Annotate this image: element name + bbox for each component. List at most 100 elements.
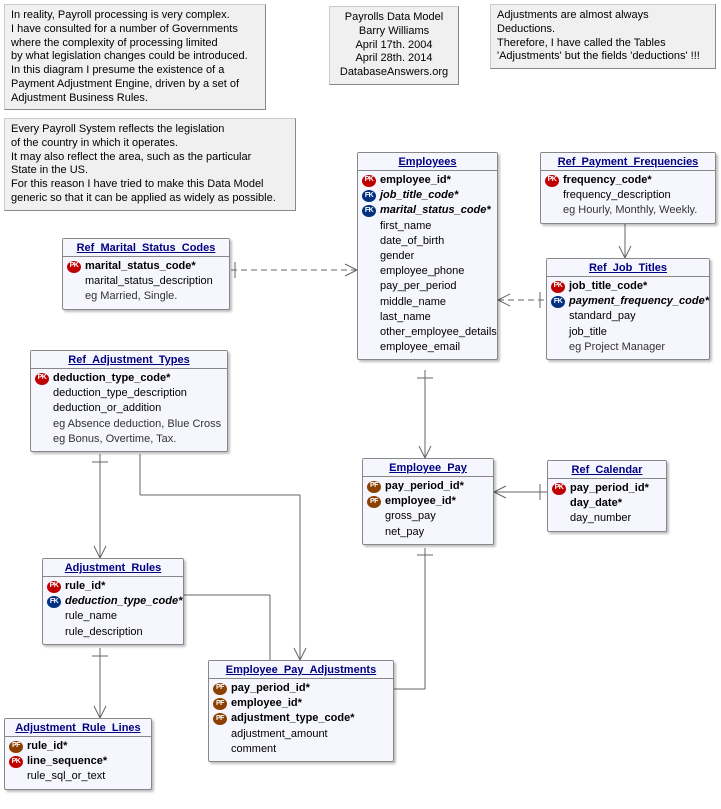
pk-key-icon: PK [47,581,61,593]
attribute-name: last_name [380,311,431,324]
attribute-name: marital_status_code* [380,204,491,217]
note-line: Therefore, I have called the Tables [497,37,709,51]
pk-key-icon: PK [9,756,23,768]
attribute-row: PK rule_id* [47,579,179,594]
entity-employees[interactable]: Employees PK employee_id*FKjob_title_code… [357,152,498,360]
entity-attrs: PKjob_title_code*FKpayment_frequency_cod… [547,277,709,359]
entity-ref-calendar[interactable]: Ref_Calendar PKpay_period_id*day_date*da… [547,460,667,532]
pk-key-icon: PK [552,483,566,495]
note-line: Barry Williams [336,25,452,39]
entity-attrs: PKmarital_status_code*marital_status_des… [63,257,229,309]
note-line: April 17th. 2004 [336,39,452,53]
no-key-icon [362,326,376,338]
attribute-name: frequency_code* [563,174,652,187]
attribute-row: PK employee_id* [362,173,493,188]
entity-title: Employees [358,153,497,171]
no-key-icon [362,296,376,308]
note-adjustments: Adjustments are almost always Deductions… [490,4,716,69]
entity-ref-adjustment-types[interactable]: Ref_Adjustment_Types PKdeduction_type_co… [30,350,228,452]
attribute-name: employee_id* [380,174,451,187]
pf-key-icon: PF [367,496,381,508]
entity-employee-pay[interactable]: Employee_Pay PFpay_period_id*PFemployee_… [362,458,494,545]
attribute-row: adjustment_amount [213,727,389,742]
attribute-name: standard_pay [569,310,636,323]
no-key-icon [545,190,559,202]
pk-key-icon: PK [362,175,376,187]
note-header: Payrolls Data Model Barry Williams April… [329,6,459,85]
no-key-icon [551,311,565,323]
attribute-name: adjustment_type_code* [231,712,354,725]
attribute-name: day_number [570,512,631,525]
entity-ref-payment-frequencies[interactable]: Ref_Payment_Frequencies PKfrequency_code… [540,152,716,224]
attribute-name: marital_status_code* [85,260,196,273]
attribute-row: comment [213,742,389,757]
attribute-name: pay_per_period [380,280,456,293]
entity-attrs: PFpay_period_id*PFemployee_id*PFadjustme… [209,679,393,761]
attribute-row: eg Married, Single. [67,289,225,304]
entity-employee-pay-adjustments[interactable]: Employee_Pay_Adjustments PFpay_period_id… [208,660,394,762]
no-key-icon [367,526,381,538]
attribute-name: gross_pay [385,510,436,523]
fk-key-icon: FK [362,190,376,202]
no-key-icon [9,771,23,783]
attribute-row: PKmarital_status_code* [67,259,225,274]
attribute-name: employee_email [380,341,460,354]
pk-key-icon: PK [545,175,559,187]
no-key-icon [213,728,227,740]
entity-title: Adjustment_Rules [43,559,183,577]
attribute-name: eg Hourly, Monthly, Weekly. [563,204,697,217]
attribute-name: rule_id* [65,580,105,593]
fk-key-icon: FK [362,205,376,217]
attribute-name: deduction_type_code* [53,372,170,385]
entity-ref-marital-status-codes[interactable]: Ref_Marital_Status_Codes PKmarital_statu… [62,238,230,310]
attribute-row: rule_name [47,609,179,624]
no-key-icon [67,276,81,288]
entity-attrs: PKdeduction_type_code*deduction_type_des… [31,369,227,451]
attribute-name: employee_id* [231,697,302,710]
entity-title: Ref_Job_Titles [547,259,709,277]
attribute-name: comment [231,743,276,756]
attribute-row: date_of_birth [362,234,493,249]
entity-attrs: PK pay_period_id* day_date* day_number [548,479,666,531]
attribute-name: employee_id* [385,495,456,508]
note-reality: In reality, Payroll processing is very c… [4,4,266,110]
no-key-icon [35,433,49,445]
pf-key-icon: PF [367,481,381,493]
entity-title: Employee_Pay_Adjustments [209,661,393,679]
attribute-name: day_date* [570,497,622,510]
no-key-icon [362,342,376,354]
attribute-name: eg Project Manager [569,341,665,354]
no-key-icon [35,403,49,415]
attribute-row: eg Project Manager [551,340,705,355]
attribute-name: pay_period_id* [231,682,310,695]
entity-adjustment-rules[interactable]: Adjustment_Rules PKrule_id*FKdeduction_t… [42,558,184,645]
attribute-row: FKpayment_frequency_code* [551,294,705,309]
attribute-name: frequency_description [563,189,671,202]
attribute-row: deduction_or_addition [35,401,223,416]
attribute-name: rule_description [65,626,143,639]
pk-key-icon: PK [35,373,49,385]
attribute-row: PFrule_id* [9,739,147,754]
attribute-name: pay_period_id* [570,482,649,495]
note-line: DatabaseAnswers.org [336,66,452,80]
attribute-name: pay_period_id* [385,480,464,493]
entity-adjustment-rule-lines[interactable]: Adjustment_Rule_Lines PFrule_id*PKline_s… [4,718,152,790]
no-key-icon [47,611,61,623]
no-key-icon [362,311,376,323]
attribute-row: FKjob_title_code* [362,188,493,203]
attribute-name: deduction_type_code* [65,595,182,608]
no-key-icon [552,513,566,525]
no-key-icon [67,291,81,303]
entity-attrs: PFrule_id*PKline_sequence*rule_sql_or_te… [5,737,151,789]
note-line: 'Adjustments' but the fields 'deductions… [497,50,709,64]
attribute-row: PKline_sequence* [9,754,147,769]
entity-ref-job-titles[interactable]: Ref_Job_Titles PKjob_title_code*FKpaymen… [546,258,710,360]
attribute-row: PFpay_period_id* [213,681,389,696]
note-line: April 28th. 2014 [336,52,452,66]
note-line: by what legislation changes could be int… [11,50,259,64]
note-line: Adjustment Business Rules. [11,92,259,106]
no-key-icon [213,743,227,755]
attribute-row: first_name [362,219,493,234]
attribute-row: PK frequency_code* [545,173,711,188]
no-key-icon [362,235,376,247]
